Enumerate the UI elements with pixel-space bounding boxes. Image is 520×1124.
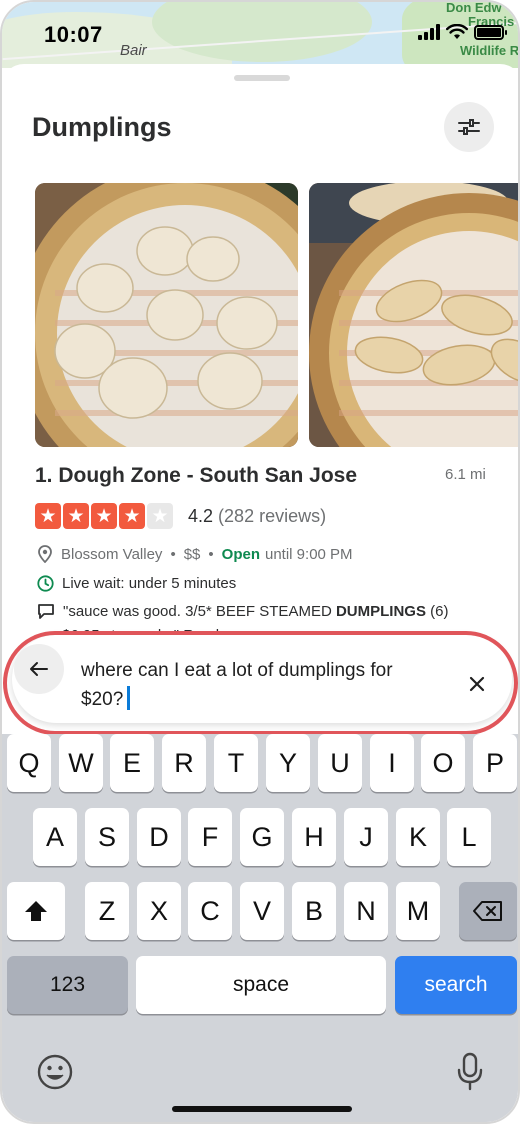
clock-icon [37, 575, 54, 592]
star-icon: ★ [35, 503, 61, 529]
on-screen-keyboard: Q W E R T Y U I O P A S D F G H J K L Z … [2, 734, 518, 1122]
query-line-1: where can I eat a lot of dumplings for [81, 660, 393, 681]
clear-search-button[interactable] [454, 661, 500, 707]
query-line-2: $20? [81, 689, 124, 710]
snippet-suffix: (6) [430, 603, 449, 620]
open-status: Open [221, 545, 260, 563]
key-d[interactable]: D [137, 808, 181, 866]
separator-dot: • [208, 545, 214, 563]
separator-dot: • [170, 545, 176, 563]
cellular-signal-icon [418, 24, 440, 40]
key-b[interactable]: B [292, 882, 336, 940]
emoji-icon [37, 1054, 73, 1090]
key-l[interactable]: L [447, 808, 491, 866]
star-icon: ★ [119, 503, 145, 529]
review-count: (282 reviews) [218, 506, 327, 526]
battery-icon [474, 24, 507, 40]
shift-key[interactable] [7, 882, 65, 940]
shift-arrow-icon [25, 901, 47, 921]
business-meta-row: Blossom Valley • $$ • Open until 9:00 PM [37, 545, 353, 563]
speech-bubble-icon [38, 604, 54, 619]
wifi-icon [446, 24, 468, 39]
space-key[interactable]: space [136, 956, 386, 1014]
dumpling-photo-image [35, 183, 298, 447]
snippet-prefix: "sauce was good. 3/5* BEEF STEAMED [63, 603, 332, 620]
neighborhood: Blossom Valley [61, 545, 163, 563]
phone-frame: Bair Don Edw Francis Wildlife R 10:07 Du… [0, 0, 520, 1124]
key-v[interactable]: V [240, 882, 284, 940]
key-k[interactable]: K [396, 808, 440, 866]
business-photo-1[interactable] [35, 183, 298, 447]
backspace-key[interactable] [459, 882, 517, 940]
star-icon: ★ [91, 503, 117, 529]
text-cursor [127, 686, 131, 710]
backspace-icon [473, 901, 502, 921]
key-p[interactable]: P [473, 734, 517, 792]
key-u[interactable]: U [318, 734, 362, 792]
sheet-grabber[interactable] [234, 75, 290, 81]
star-empty-icon: ★ [147, 503, 173, 529]
key-q[interactable]: Q [7, 734, 51, 792]
query-line-2-wrap: $20? [81, 685, 451, 714]
microphone-icon [457, 1052, 483, 1091]
review-snippet-row: "sauce was good. 3/5* BEEF STEAMED DUMPL… [37, 603, 448, 620]
status-icons [418, 24, 507, 40]
snippet-keyword: DUMPLINGS [335, 603, 426, 620]
key-n[interactable]: N [344, 882, 388, 940]
numbers-key[interactable]: 123 [7, 956, 128, 1014]
review-snippet[interactable]: "sauce was good. 3/5* BEEF STEAMED DUMPL… [63, 603, 448, 620]
key-e[interactable]: E [110, 734, 154, 792]
price-level: $$ [183, 545, 201, 563]
key-i[interactable]: I [370, 734, 414, 792]
search-key[interactable]: search [395, 956, 517, 1014]
close-icon [469, 676, 485, 692]
hours: until 9:00 PM [265, 545, 353, 563]
key-y[interactable]: Y [266, 734, 310, 792]
key-r[interactable]: R [162, 734, 206, 792]
map-label-bair: Bair [120, 42, 147, 59]
star-icon: ★ [63, 503, 89, 529]
key-m[interactable]: M [396, 882, 440, 940]
back-button[interactable] [14, 644, 64, 694]
business-distance: 6.1 mi [445, 466, 486, 483]
rating-value: 4.2 [188, 506, 214, 526]
map-label-wildlife: Wildlife R [460, 43, 520, 58]
key-c[interactable]: C [188, 882, 232, 940]
key-t[interactable]: T [214, 734, 258, 792]
page-title: Dumplings [32, 112, 172, 142]
key-o[interactable]: O [421, 734, 465, 792]
dumpling-photo-image [309, 183, 518, 447]
key-a[interactable]: A [33, 808, 77, 866]
arrow-left-icon [30, 662, 48, 676]
business-name-link[interactable]: 1. Dough Zone - South San Jose [35, 464, 357, 488]
key-z[interactable]: Z [85, 882, 129, 940]
dictation-button[interactable] [447, 1049, 493, 1095]
key-g[interactable]: G [240, 808, 284, 866]
business-photo-2[interactable] [309, 183, 518, 447]
rating-summary: 4.2 (282 reviews) [188, 506, 326, 527]
home-indicator[interactable] [172, 1106, 352, 1112]
key-w[interactable]: W [59, 734, 103, 792]
filter-button[interactable] [444, 102, 494, 152]
key-h[interactable]: H [292, 808, 336, 866]
star-rating: ★ ★ ★ ★ ★ [35, 503, 173, 529]
live-wait-text: Live wait: under 5 minutes [62, 575, 237, 592]
status-time: 10:07 [44, 22, 103, 47]
live-wait-row: Live wait: under 5 minutes [37, 575, 236, 592]
key-s[interactable]: S [85, 808, 129, 866]
location-pin-icon [38, 545, 52, 563]
key-j[interactable]: J [344, 808, 388, 866]
emoji-button[interactable] [32, 1049, 78, 1095]
search-input[interactable]: where can I eat a lot of dumplings for $… [81, 656, 451, 714]
key-f[interactable]: F [188, 808, 232, 866]
filter-sliders-icon [458, 119, 480, 135]
key-x[interactable]: X [137, 882, 181, 940]
